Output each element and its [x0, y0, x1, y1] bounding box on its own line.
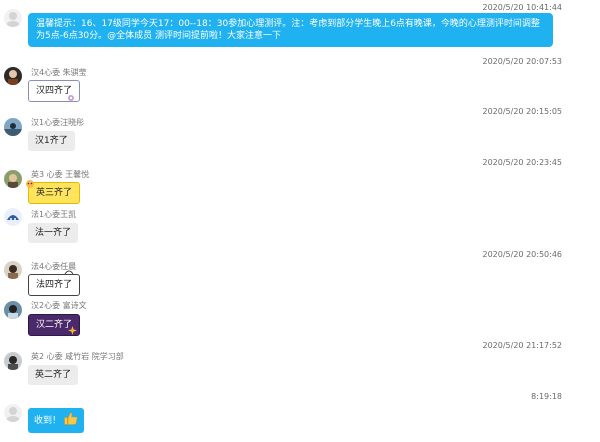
- bubble-doodle-decoration-icon: [64, 270, 74, 275]
- message-timestamp: 2020/5/20 20:50:46: [482, 250, 563, 259]
- message-bubble[interactable]: 法一齐了: [28, 223, 79, 243]
- message-timestamp: 2020/5/20 10:41:44: [482, 3, 563, 12]
- avatar[interactable]: [4, 118, 22, 136]
- sender-name: 汉4心委 朱骐莹: [31, 68, 87, 77]
- avatar[interactable]: [4, 9, 22, 27]
- avatar[interactable]: [4, 301, 22, 319]
- message-timestamp: 8:19:18: [531, 392, 562, 401]
- avatar[interactable]: [4, 208, 22, 226]
- avatar[interactable]: [4, 67, 22, 85]
- message-bubble[interactable]: 法四齐了: [28, 274, 81, 296]
- sender-name: 英2 心委 咸竹岩 院学习部: [31, 352, 124, 361]
- message-bubble-notice[interactable]: 温馨提示：16、17级同学今天17：00--18：30参加心理测评。注：考虑到部…: [28, 13, 553, 47]
- message-bubble[interactable]: 英二齐了: [28, 365, 79, 385]
- message-timestamp: 2020/5/20 20:23:45: [482, 158, 563, 167]
- message-timestamp: 2020/5/20 20:07:53: [482, 57, 563, 66]
- thumbs-up-icon: [64, 412, 78, 429]
- bubble-flower-decoration-icon: [68, 95, 74, 101]
- bubble-star-decoration-icon: [68, 326, 77, 335]
- sender-name: 汉2心委 富诗文: [31, 301, 87, 310]
- message-bubble[interactable]: 汉1齐了: [28, 131, 75, 151]
- bubble-cat-decoration-icon: [26, 180, 34, 188]
- message-text: 收到！: [34, 416, 62, 426]
- sender-name: 法1心委王凯: [31, 210, 77, 219]
- avatar[interactable]: [4, 352, 22, 370]
- message-timestamp: 2020/5/20 20:15:05: [482, 107, 563, 116]
- chat-window: 2020/5/20 10:41:44 温馨提示：16、17级同学今天17：00-…: [0, 0, 600, 442]
- message-timestamp: 2020/5/20 21:17:52: [482, 341, 563, 350]
- sender-name: 英3 心委 王馨悦: [31, 170, 90, 179]
- avatar[interactable]: [4, 261, 22, 279]
- sender-name: 汉1心委汪晓彤: [31, 118, 85, 127]
- avatar[interactable]: [4, 404, 22, 422]
- message-bubble[interactable]: 收到！: [28, 408, 85, 433]
- avatar[interactable]: [4, 170, 22, 188]
